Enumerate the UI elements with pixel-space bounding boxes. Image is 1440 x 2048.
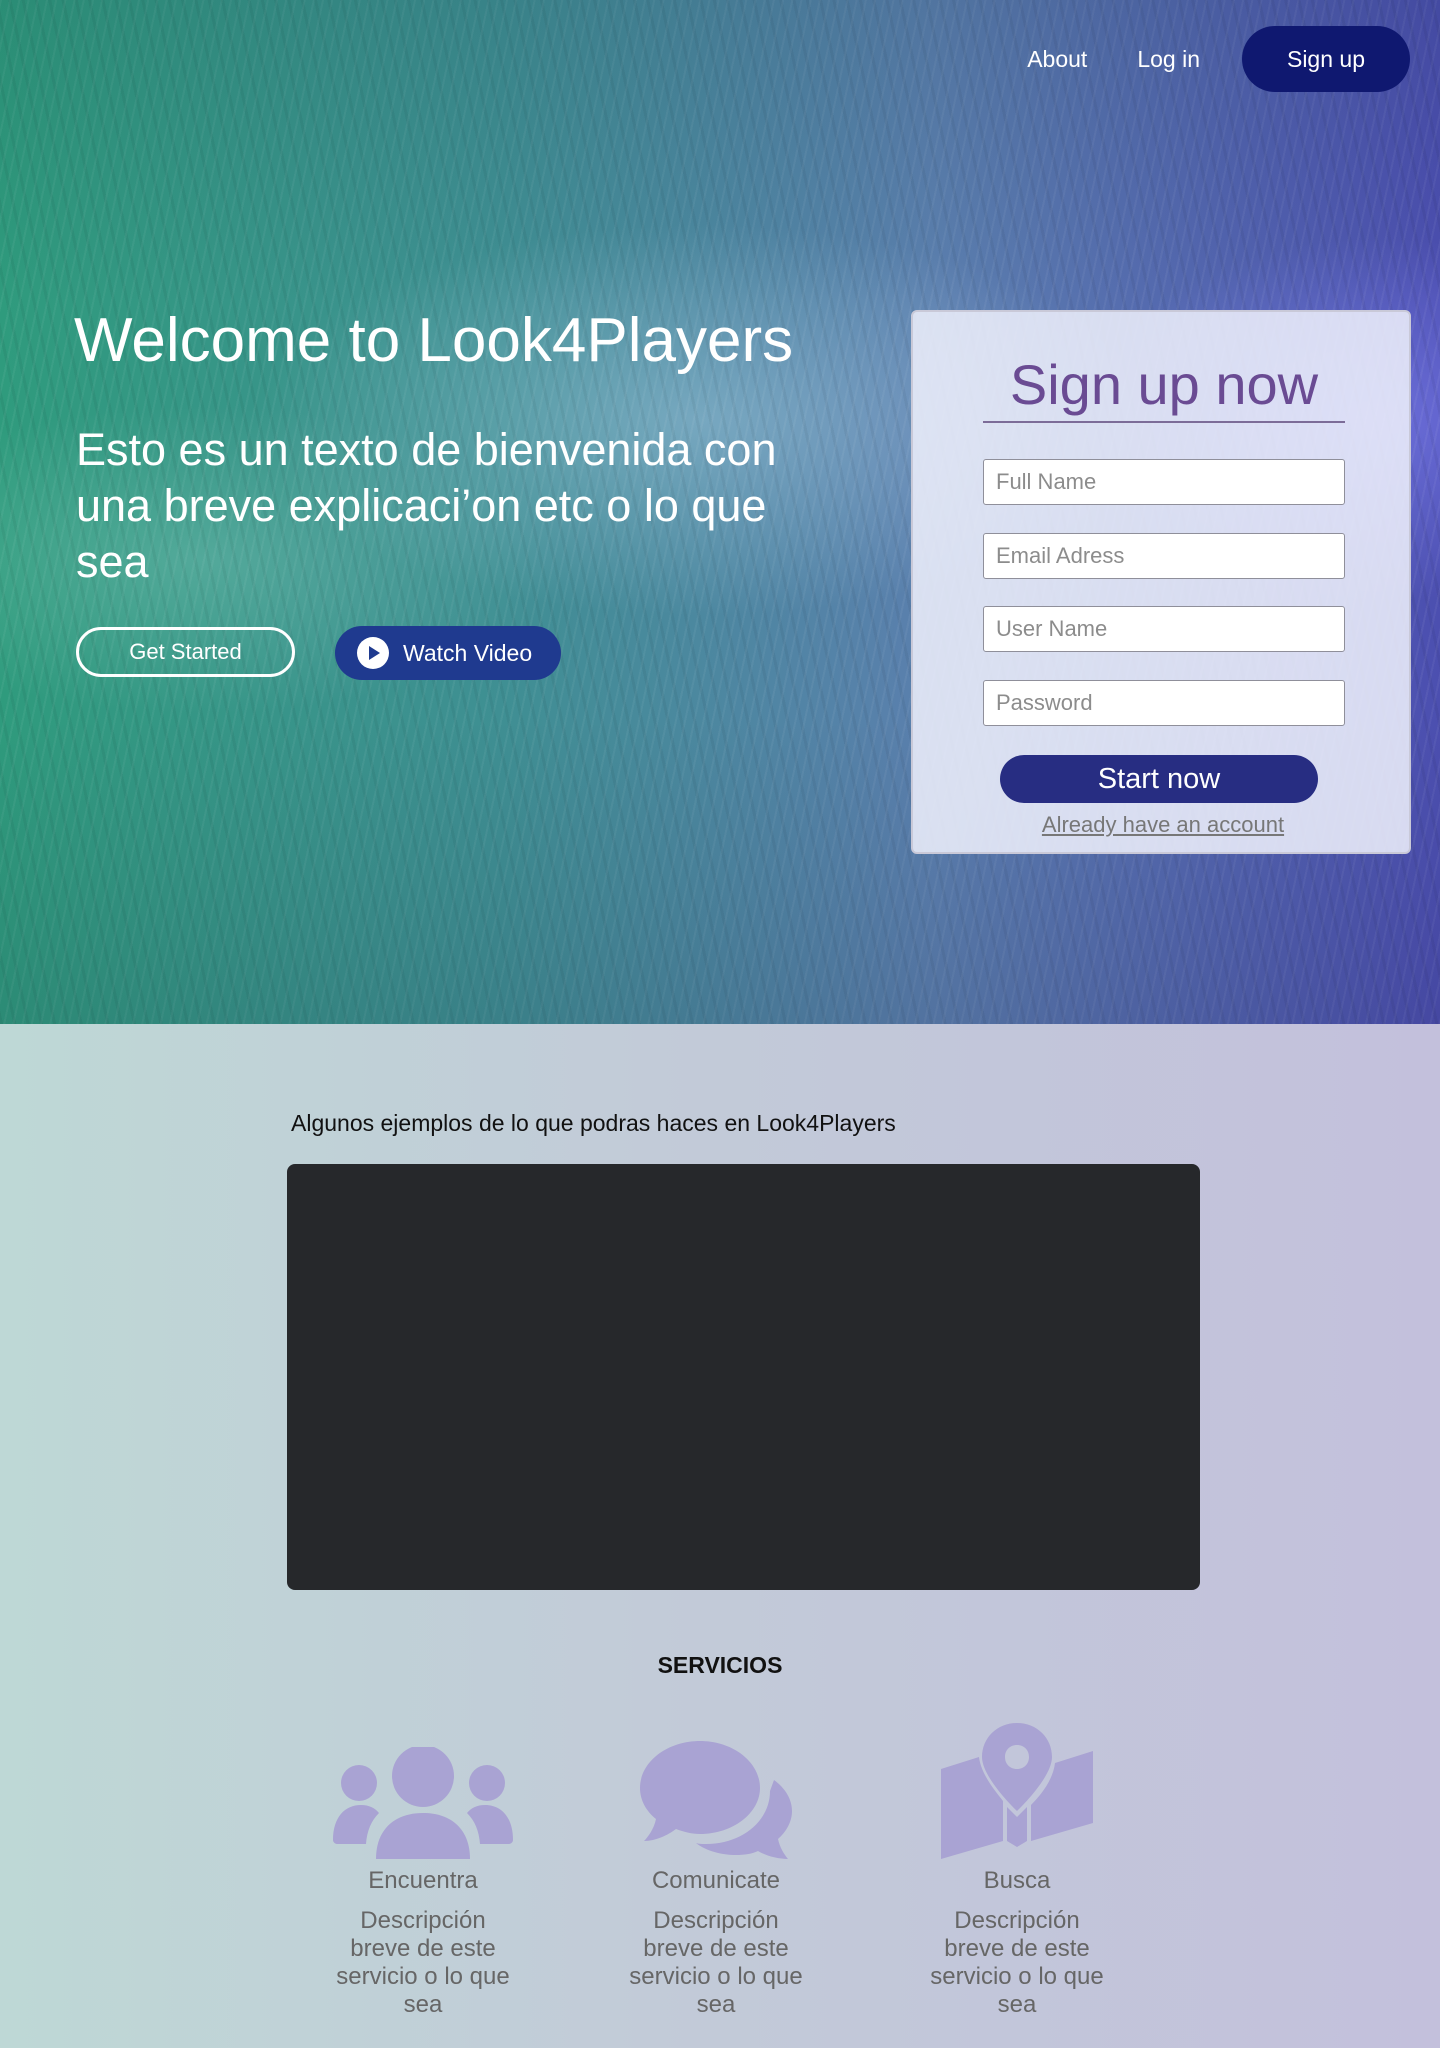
signup-title: Sign up now: [983, 352, 1345, 423]
service-description: Descripción breve de este servicio o lo …: [629, 1907, 803, 2018]
service-encuentra: Encuentra Descripción breve de este serv…: [308, 1704, 538, 2019]
hero-section: About Log in Sign up Welcome to Look4Pla…: [0, 0, 1440, 1024]
nav-signup-button[interactable]: Sign up: [1242, 26, 1410, 92]
get-started-button[interactable]: Get Started: [76, 627, 295, 677]
hero-welcome-text: Esto es un texto de bienvenida con una b…: [76, 424, 777, 587]
examples-heading: Algunos ejemplos de lo que podras haces …: [291, 1110, 896, 1136]
email-input[interactable]: [983, 533, 1345, 579]
services-title: SERVICIOS: [657, 1652, 783, 1678]
comments-icon: [601, 1704, 831, 1859]
password-input[interactable]: [983, 680, 1345, 726]
full-name-input[interactable]: [983, 459, 1345, 505]
map-marker-icon: [902, 1704, 1132, 1859]
service-busca: Busca Descripción breve de este servicio…: [902, 1704, 1132, 2019]
video-player[interactable]: [287, 1164, 1200, 1590]
nav-login-link[interactable]: Log in: [1137, 46, 1200, 73]
service-name: Encuentra: [368, 1867, 478, 1894]
top-nav: About Log in Sign up: [1027, 26, 1410, 92]
watch-video-label: Watch Video: [403, 639, 533, 666]
hero-title: Welcome to Look4Players: [74, 306, 794, 375]
username-input[interactable]: [983, 606, 1345, 652]
start-now-button[interactable]: Start now: [1000, 755, 1318, 803]
service-description: Descripción breve de este servicio o lo …: [930, 1907, 1104, 2018]
play-icon: [357, 637, 389, 669]
users-icon: [308, 1704, 538, 1859]
service-comunicate: Comunicate Descripción breve de este ser…: [601, 1704, 831, 2019]
already-have-account-link[interactable]: Already have an account: [913, 812, 1413, 838]
service-name: Comunicate: [651, 1867, 781, 1894]
service-name: Busca: [983, 1867, 1051, 1894]
signup-card: Sign up now Start now Already have an ac…: [911, 310, 1411, 854]
watch-video-button[interactable]: Watch Video: [335, 626, 561, 680]
nav-about-link[interactable]: About: [1027, 46, 1087, 73]
features-section: Algunos ejemplos de lo que podras haces …: [0, 1024, 1440, 2048]
service-description: Descripción breve de este servicio o lo …: [336, 1907, 510, 2018]
